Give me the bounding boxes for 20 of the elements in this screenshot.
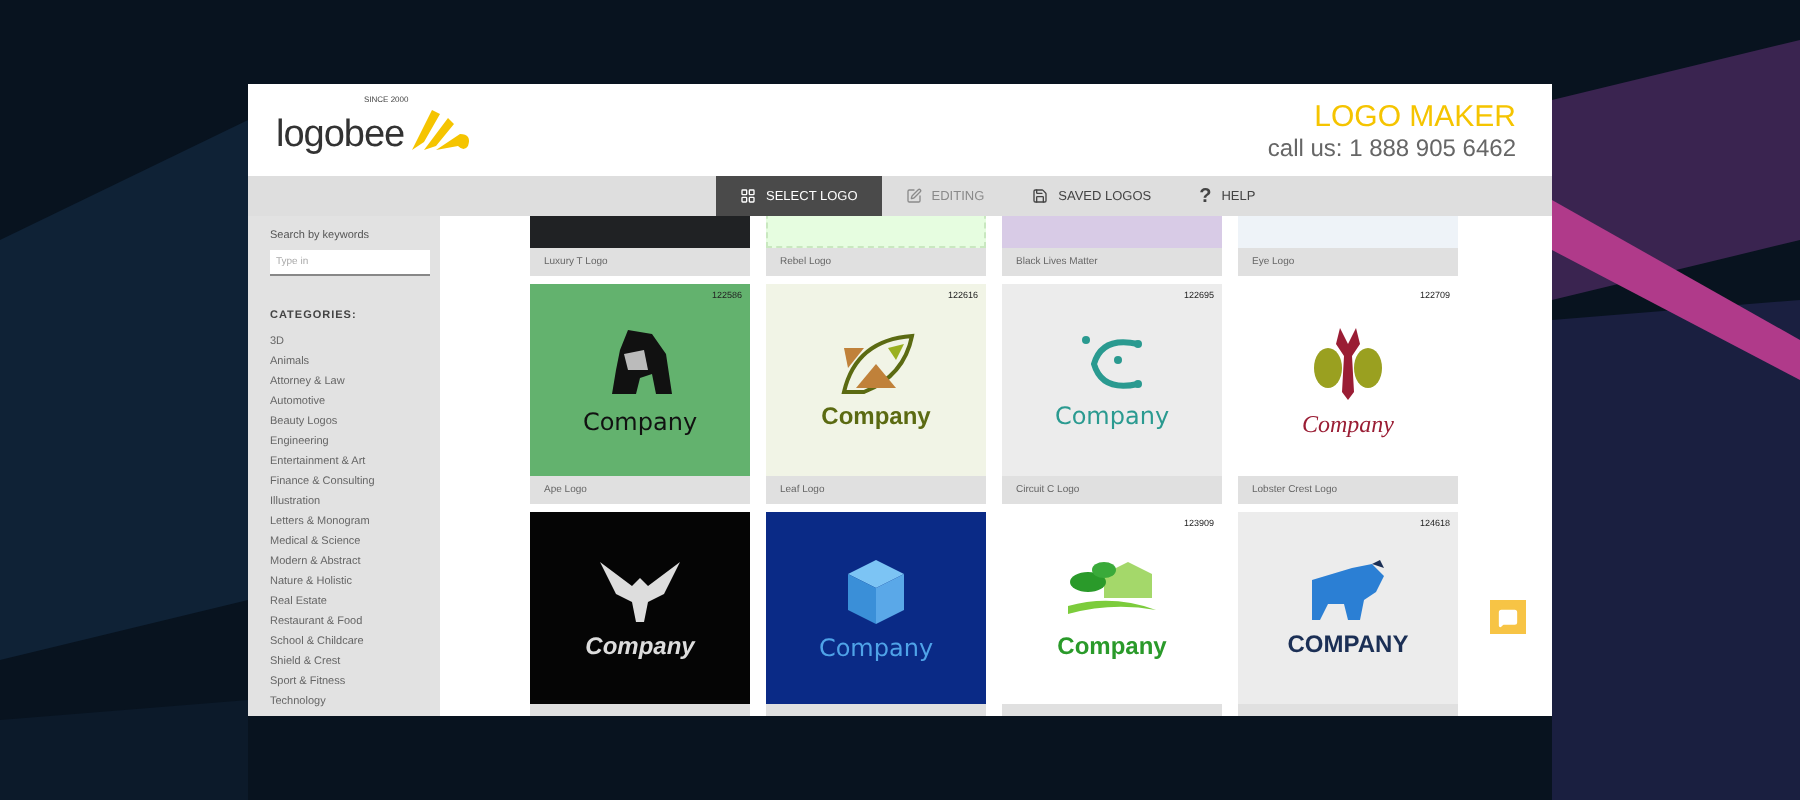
- brand-text: Company: [582, 410, 698, 434]
- leaf-drawing: [836, 332, 916, 396]
- grid-icon: [740, 188, 756, 204]
- chat-button[interactable]: [1490, 600, 1526, 634]
- logo-preview[interactable]: Company: [766, 512, 986, 704]
- page-title: LOGO MAKER: [1314, 99, 1516, 133]
- brand-text: Company: [1054, 404, 1170, 428]
- brand-text: Company: [1302, 412, 1394, 436]
- brand-text: Company: [585, 634, 695, 658]
- cube-drawing: [844, 556, 908, 628]
- brand-text: Company: [1057, 634, 1167, 658]
- brand-text: Company: [818, 636, 934, 660]
- logo-wordmark: logobee: [276, 116, 405, 154]
- phone-number: call us: 1 888 905 6462: [1267, 133, 1516, 161]
- pencil-icon: [905, 188, 922, 204]
- logo-preview[interactable]: Company: [530, 512, 750, 704]
- brand-text: Company: [821, 404, 931, 428]
- question-mark-icon: ?: [1199, 185, 1212, 207]
- brand-text: COMPANY: [1287, 632, 1409, 656]
- chat-icon: [1498, 607, 1518, 627]
